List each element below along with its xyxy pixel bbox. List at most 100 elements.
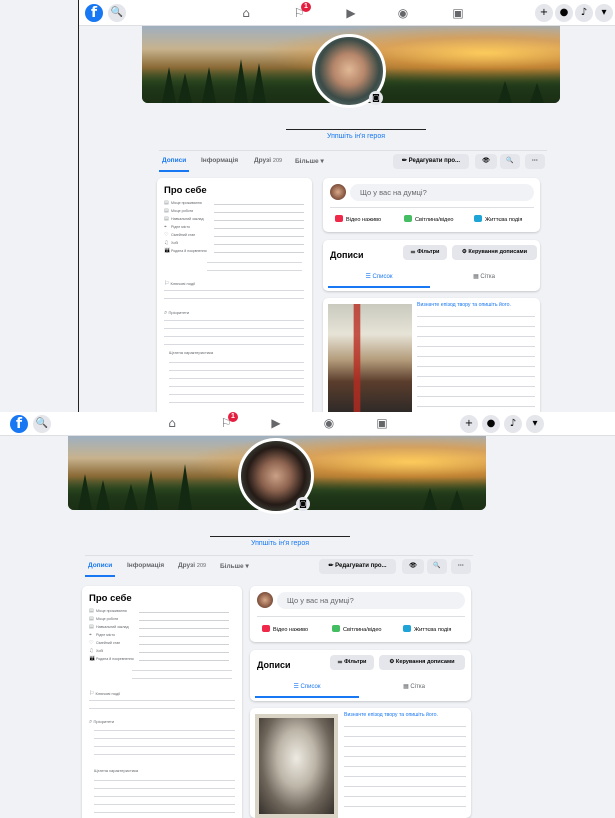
about-row-education[interactable]: ▤ Навчальний заклад [89,624,229,630]
filters-button[interactable]: ⚌ Фільтри [330,655,374,670]
about-row-residence[interactable]: ▤ Місце проживання [164,200,304,206]
pages-flag-icon[interactable]: ⚐ 1 [216,412,238,431]
notifications-bell-icon[interactable]: ♪ [504,415,522,433]
list-view-tab[interactable]: ☰ Список [255,683,359,690]
character-traits-section[interactable]: Щтатна характеристика [169,350,213,355]
life-event-label: Життєва подія [485,217,523,223]
camera-icon[interactable]: ◙ [369,91,383,105]
about-row-education[interactable]: ▤ Навчальний заклад [164,216,304,222]
tab-more[interactable]: Більше ▾ [220,562,249,570]
edit-profile-button[interactable]: ✏ Редагувати про... [393,154,469,169]
composer-input[interactable]: Що у вас на думці? [350,184,534,201]
about-row-relationship[interactable]: ♡ Сімейний стан [164,232,304,238]
post-task-link[interactable]: Визначте епізод твору та опишіть його. [344,712,438,718]
manage-posts-button[interactable]: ⚙ Керування дописами [452,245,537,260]
about-row-work[interactable]: ▤ Місце роботи [164,208,304,214]
tab-info[interactable]: Інформація [127,562,164,569]
messenger-icon[interactable]: ● [482,415,500,433]
home-icon[interactable]: ⌂ [236,5,256,21]
life-event-flag-icon [403,625,411,632]
about-row-family[interactable]: 👪Родина й покревнення [89,656,229,662]
about-label: Навчальний заклад [96,625,129,629]
tab-posts[interactable]: Дописи [84,562,116,577]
about-row-residence[interactable]: ▤ Місце проживання [89,608,229,614]
preferences-label: Пріоритети [93,719,115,724]
hero-name-link[interactable]: Уппшіть ін'я героя [210,536,350,547]
messenger-icon[interactable]: ● [555,4,573,22]
heart-icon: ♡ [89,640,94,646]
groups-icon[interactable]: ◉ [393,5,413,21]
watch-video-icon[interactable]: ▶ [266,415,286,431]
heart-icon: ♡ [164,232,169,238]
about-row-family[interactable]: 👪Родина й покрвнення [164,248,304,254]
composer-avatar[interactable] [257,592,273,608]
friends-count: 209 [196,563,207,569]
manage-posts-button[interactable]: ⚙ Керування дописами [379,655,465,670]
post-photo[interactable] [328,304,412,412]
pages-flag-icon[interactable]: ⚐ 1 [289,2,311,21]
about-row-hometown[interactable]: ⌖ Рідне місто [164,224,304,230]
life-event-button[interactable]: Життєва подія [403,625,451,633]
camera-icon[interactable]: ◙ [296,497,310,511]
home-icon[interactable]: ⌂ [162,415,182,431]
life-events-section[interactable]: ⚐ Ключові події [89,690,120,697]
life-events-section[interactable]: ⚐ Ключові події [164,280,195,287]
composer-avatar[interactable] [330,184,346,200]
about-row-hometown[interactable]: ⌖ Рідне місто [89,632,229,638]
about-label: Сімейний стан [171,233,196,237]
photo-video-button[interactable]: Світлина/відео [404,215,454,223]
friends-count: 209 [272,158,283,164]
about-row-hobby[interactable]: ♫ Хобі [164,240,304,246]
more-options-icon[interactable]: ··· [525,154,545,169]
account-menu-chevron-down-icon[interactable]: ▾ [526,415,544,433]
preferences-section[interactable]: ⌕ Пріоритети [89,718,114,726]
about-row-relationship[interactable]: ♡ Сімейний стан [89,640,229,646]
profile-search-icon[interactable]: 🔍 [500,154,520,169]
search-icon[interactable]: 🔍 [108,4,126,22]
more-options-icon[interactable]: ··· [451,559,471,574]
filters-button[interactable]: ⚌ Фільтри [403,245,447,260]
photo-video-button[interactable]: Світлина/відео [332,625,382,633]
search-icon[interactable]: 🔍 [33,415,51,433]
tab-posts[interactable]: Дописи [158,157,190,172]
hero-name-link[interactable]: Уппшіть ін'я героя [286,129,426,140]
profile-tabs-bar: Дописи Інформація Друзі 209 Більше ▾ ✏ Р… [158,150,547,172]
live-video-label: Відео наживо [346,217,382,223]
create-plus-icon[interactable]: + [460,415,478,433]
notifications-bell-icon[interactable]: ♪ [575,4,593,22]
post-card: Визначте епізод твору та опишіть його. [323,298,540,412]
create-plus-icon[interactable]: + [535,4,553,22]
live-video-button[interactable]: Відео наживо [262,625,308,633]
post-photo[interactable] [255,714,338,818]
post-task-link[interactable]: Визначте епізод твору та опишіть його. [417,302,511,308]
live-video-button[interactable]: Відео наживо [335,215,381,223]
facebook-logo-icon[interactable]: f [10,415,28,433]
facebook-logo-icon[interactable]: f [85,4,103,22]
tab-friends[interactable]: Друзі 209 [254,157,282,164]
character-traits-section[interactable]: Щтатна характеристика [94,768,138,773]
gaming-icon[interactable]: ▣ [372,415,392,431]
edit-profile-button[interactable]: ✏ Редагувати про... [319,559,396,574]
about-row-work[interactable]: ▤ Місце роботи [89,616,229,622]
live-video-icon [262,625,270,632]
composer-input[interactable]: Що у вас на думці? [277,592,465,609]
preferences-section[interactable]: ⌕ Пріоритети [164,309,189,317]
groups-icon[interactable]: ◉ [319,415,339,431]
list-view-tab[interactable]: ☰ Список [328,273,430,280]
grid-view-tab[interactable]: ▦ Сітка [362,683,466,690]
profile-search-icon[interactable]: 🔍 [427,559,447,574]
view-as-eye-icon[interactable]: 👁 [475,154,497,169]
tab-info[interactable]: Інформація [201,157,238,164]
watch-video-icon[interactable]: ▶ [341,5,361,21]
gaming-icon[interactable]: ▣ [448,5,468,21]
grid-view-tab[interactable]: ▦ Сітка [433,273,535,280]
about-label: Рідне місто [96,633,115,637]
view-as-eye-icon[interactable]: 👁 [402,559,424,574]
life-event-button[interactable]: Життєва подія [474,215,522,223]
tab-more[interactable]: Більше ▾ [295,157,324,165]
account-menu-chevron-down-icon[interactable]: ▾ [595,4,613,22]
post-composer: Що у вас на думці? Відео наживо Світлина… [250,586,471,642]
about-title: Про себе [164,185,207,196]
tab-friends[interactable]: Друзі 209 [178,562,206,569]
about-row-hobby[interactable]: ♫ Хобі [89,648,229,654]
